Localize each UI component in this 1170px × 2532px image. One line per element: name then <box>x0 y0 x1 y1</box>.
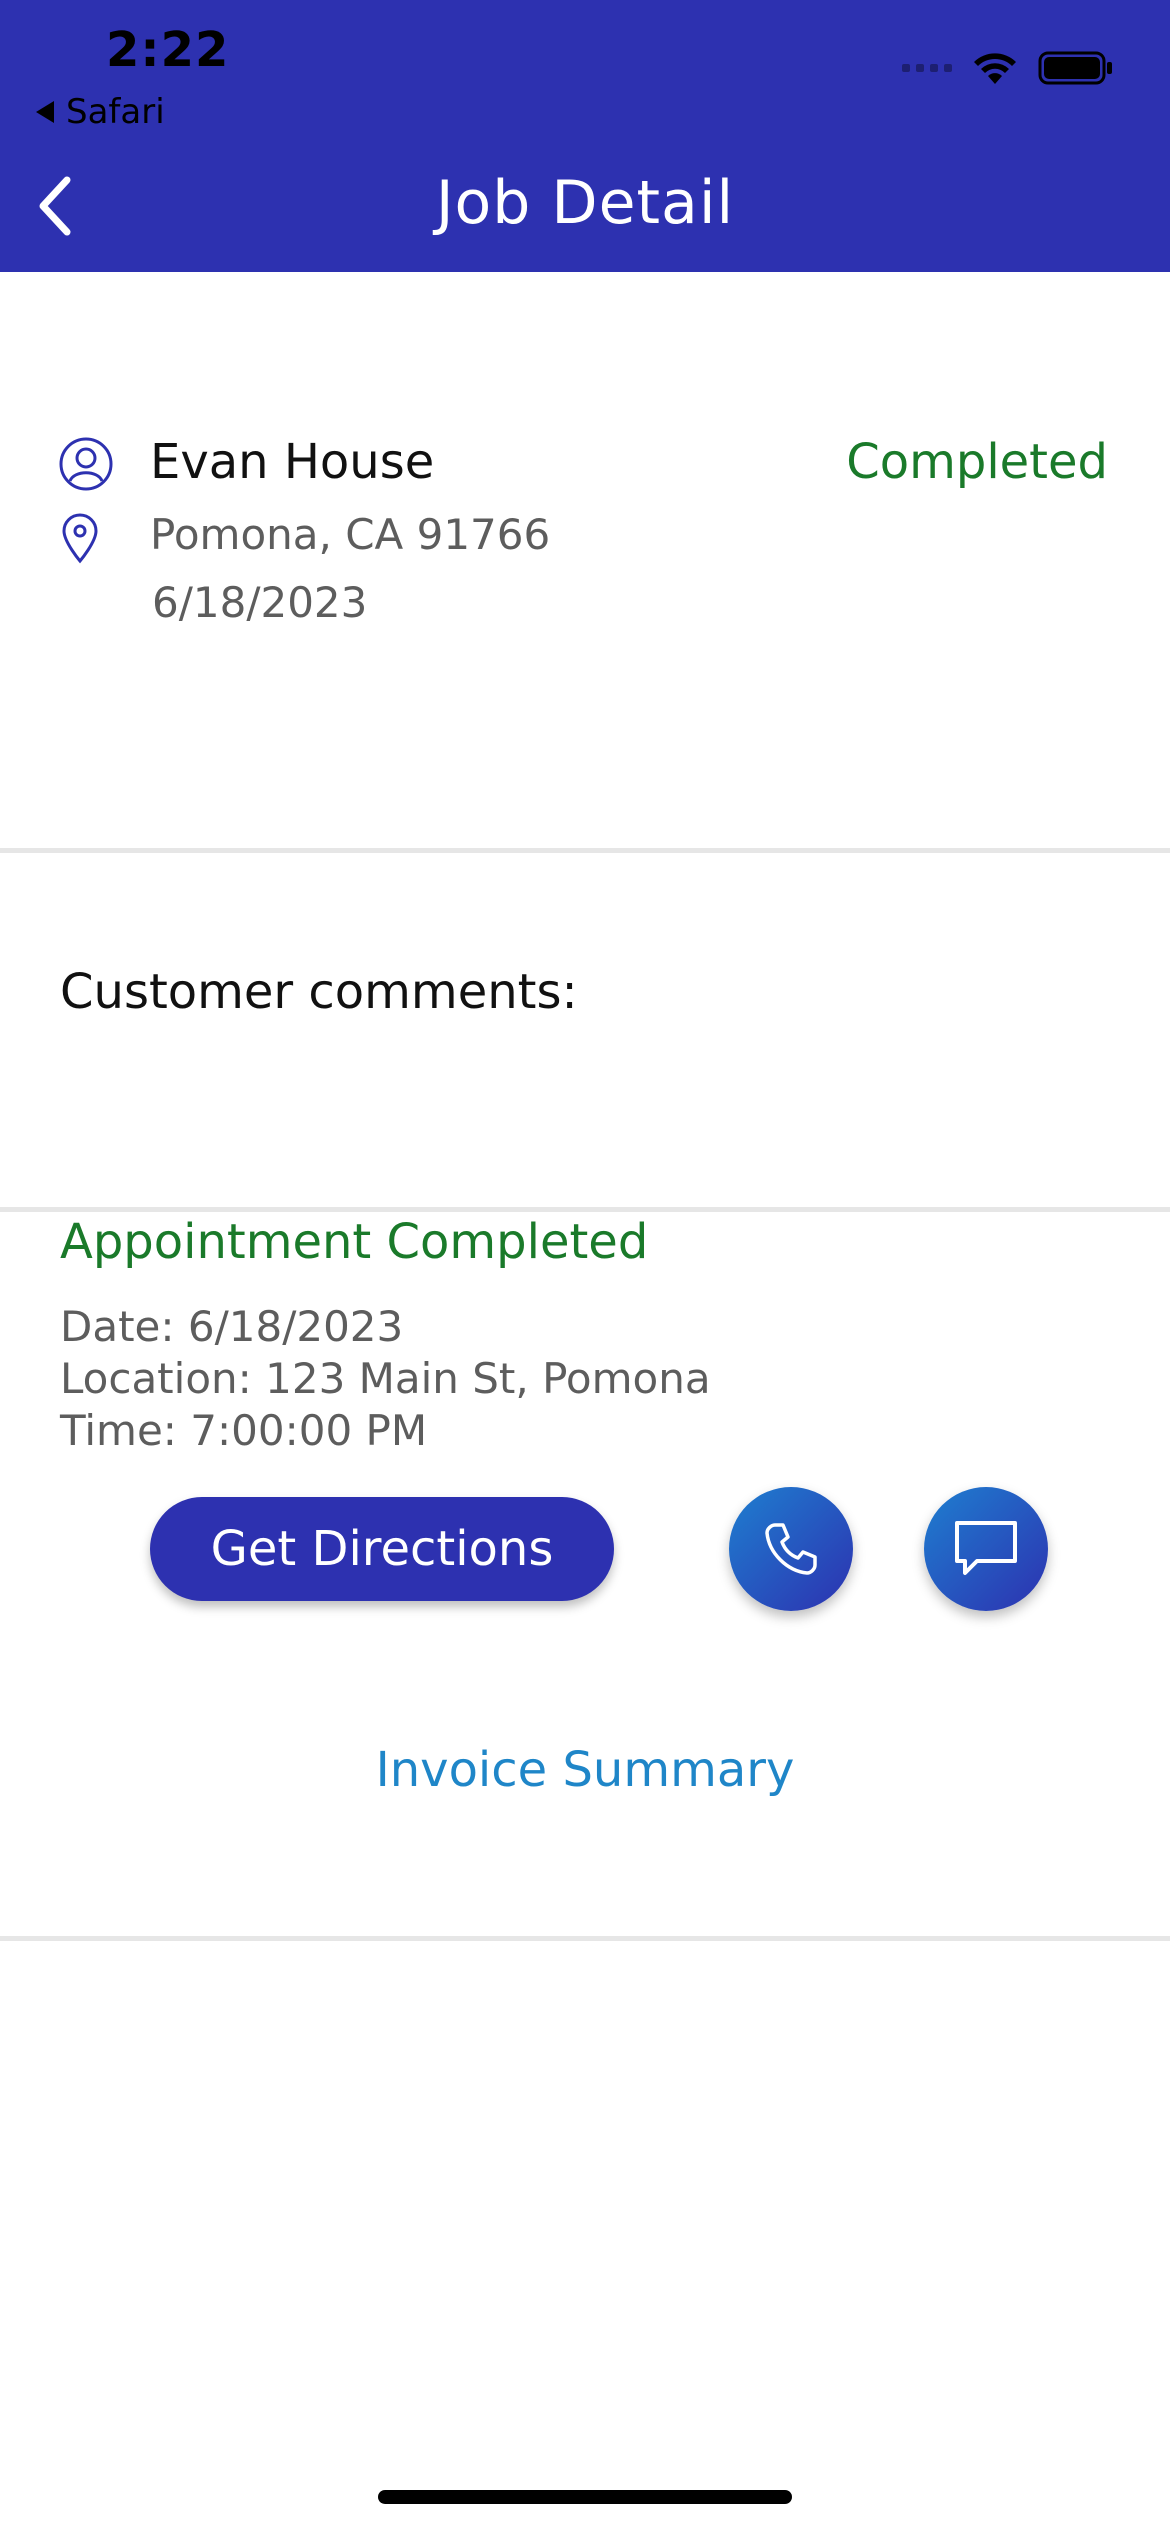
section-divider <box>0 1207 1170 1212</box>
phone-icon <box>765 1523 817 1575</box>
battery-icon <box>1038 51 1112 85</box>
status-back-to-app[interactable]: Safari <box>36 92 165 132</box>
job-detail-screen: 2:22 Safari Job Detail Evan House Comple… <box>0 0 1170 2532</box>
get-directions-button[interactable]: Get Directions <box>150 1497 614 1601</box>
customer-name: Evan House <box>150 434 435 490</box>
appointment-status-title: Appointment Completed <box>60 1214 649 1270</box>
appointment-date: Date: 6/18/2023 <box>60 1302 404 1351</box>
status-back-label: Safari <box>66 92 165 132</box>
home-indicator[interactable] <box>378 2490 792 2504</box>
cellular-signal-icon <box>902 64 952 72</box>
job-status-label: Completed <box>846 434 1108 490</box>
user-icon <box>59 437 113 491</box>
customer-comments-label: Customer comments: <box>60 964 578 1020</box>
customer-address: Pomona, CA 91766 <box>150 510 551 559</box>
section-divider <box>0 848 1170 853</box>
status-time: 2:22 <box>106 22 230 78</box>
location-pin-icon <box>62 513 98 564</box>
invoice-summary-link[interactable]: Invoice Summary <box>0 1742 1170 1798</box>
message-icon <box>955 1521 1017 1575</box>
wifi-icon <box>974 53 1016 84</box>
appointment-location: Location: 123 Main St, Pomona <box>60 1354 711 1403</box>
section-divider <box>0 1936 1170 1941</box>
app-header: 2:22 Safari Job Detail <box>0 0 1170 272</box>
message-button[interactable] <box>924 1487 1048 1611</box>
appointment-time: Time: 7:00:00 PM <box>60 1406 428 1455</box>
back-triangle-icon <box>36 101 54 123</box>
page-title: Job Detail <box>435 168 735 238</box>
call-button[interactable] <box>729 1487 853 1611</box>
status-icons <box>902 50 1114 86</box>
job-date: 6/18/2023 <box>152 578 368 627</box>
